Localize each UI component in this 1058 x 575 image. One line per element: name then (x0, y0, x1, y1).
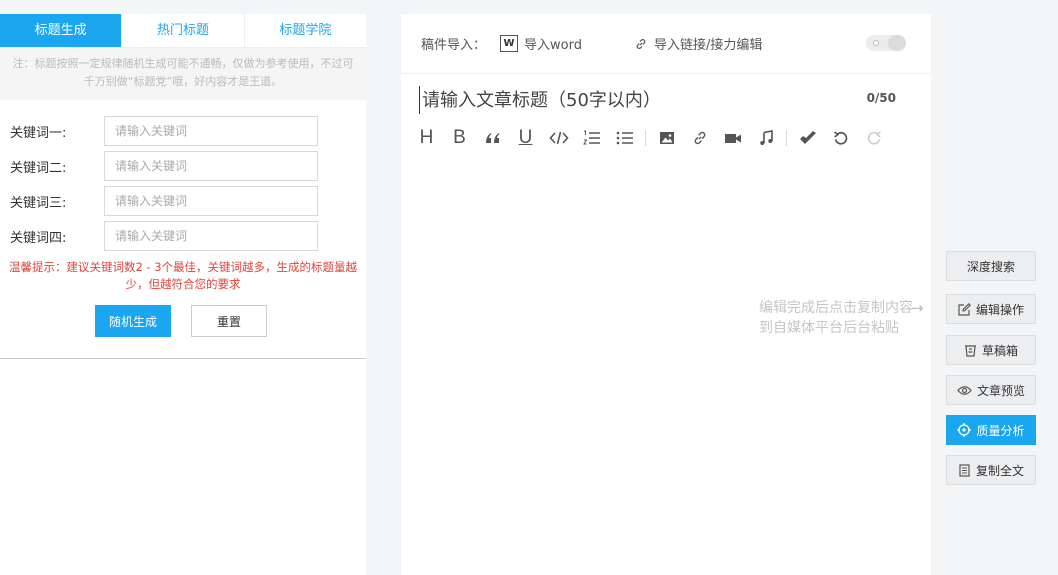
title-row: 0/50 (401, 74, 931, 124)
keyword-row-1: 关键词一: (0, 116, 366, 146)
keyword-input-4[interactable] (104, 221, 318, 251)
tab-title-academy[interactable]: 标题学院 (245, 14, 366, 47)
keyword-input-3[interactable] (104, 186, 318, 216)
editor-toolbar: H B U (401, 124, 931, 152)
eye-icon (957, 385, 972, 395)
keyword-row-2: 关键词二: (0, 151, 366, 181)
drafts-label: 草稿箱 (981, 343, 1018, 358)
random-generate-button[interactable]: 随机生成 (95, 305, 171, 337)
drafts-icon (964, 344, 976, 357)
import-word-label: 导入word (524, 38, 582, 53)
keyword-label-3: 关键词三: (10, 195, 67, 211)
generator-note: 注：标题按照一定规律随机生成可能不通畅，仅做为参考使用，不过可千万别做“标题党”… (0, 48, 366, 100)
panel-divider (0, 358, 366, 359)
import-bar: 稿件导入： W 导入word 导入链接/接力编辑 (401, 14, 931, 74)
import-word-button[interactable]: W 导入word (500, 34, 582, 53)
article-preview-label: 文章预览 (976, 383, 1025, 398)
bullet-list-icon[interactable] (608, 125, 641, 151)
keyword-label-1: 关键词一: (10, 125, 67, 141)
copy-full-text-button[interactable]: 复制全文 (946, 455, 1036, 485)
keyword-row-3: 关键词三: (0, 186, 366, 216)
quality-analysis-button[interactable]: 质量分析 (946, 415, 1036, 445)
keyword-tip: 温馨提示：建议关键词数2 - 3个最佳，关键词越多，生成的标题量越少，但越符合您… (8, 260, 358, 291)
keyword-input-1[interactable] (104, 116, 318, 146)
bold-icon[interactable]: B (443, 125, 476, 151)
panel-tabs: 标题生成 热门标题 标题学院 (0, 14, 366, 48)
edit-operation-label: 编辑操作 (975, 302, 1024, 317)
video-icon[interactable] (716, 125, 749, 151)
edit-icon (958, 302, 971, 316)
keyword-label-4: 关键词四: (10, 230, 67, 246)
format-brush-icon[interactable] (791, 125, 824, 151)
reset-button[interactable]: 重置 (191, 305, 267, 337)
image-icon[interactable] (650, 125, 683, 151)
import-link-label: 导入链接/接力编辑 (653, 38, 763, 53)
import-label: 稿件导入： (421, 38, 487, 53)
quote-icon[interactable] (476, 125, 509, 151)
title-generator-panel: 标题生成 热门标题 标题学院 注：标题按照一定规律随机生成可能不通畅，仅做为参考… (0, 14, 366, 575)
copy-hint: 编辑完成后点击复制内容到自媒体平台后台粘贴 (759, 300, 913, 336)
music-icon[interactable] (749, 125, 782, 151)
tab-hot-titles[interactable]: 热门标题 (122, 14, 245, 47)
drafts-button[interactable]: 草稿箱 (946, 335, 1036, 365)
edit-operation-button[interactable]: 编辑操作 (946, 294, 1036, 324)
redo-icon[interactable] (857, 125, 890, 151)
article-title-input[interactable] (419, 86, 839, 114)
keyword-form: 关键词一: 关键词二: 关键词三: 关键词四: 温馨提示：建议关键词数2 - 3… (0, 100, 366, 337)
keyword-row-4: 关键词四: (0, 221, 366, 251)
toggle-thumb (888, 35, 906, 51)
form-actions: 随机生成 重置 (0, 305, 366, 337)
code-icon[interactable] (542, 125, 575, 151)
tab-title-generate[interactable]: 标题生成 (0, 14, 123, 47)
toolbar-separator (786, 130, 787, 146)
heading-icon[interactable]: H (410, 125, 443, 151)
ordered-list-icon[interactable] (575, 125, 608, 151)
keyword-input-2[interactable] (104, 151, 318, 181)
undo-icon[interactable] (824, 125, 857, 151)
word-icon: W (500, 35, 519, 52)
deep-search-label: 深度搜索 (966, 259, 1015, 274)
quality-analysis-label: 质量分析 (976, 423, 1025, 438)
article-editor: 稿件导入： W 导入word 导入链接/接力编辑 0/50 H B U (401, 14, 931, 575)
toggle-off-indicator (873, 40, 879, 46)
target-icon (957, 423, 972, 437)
copy-icon (959, 463, 970, 477)
toolbar-separator (645, 130, 646, 146)
link-insert-icon[interactable] (683, 125, 716, 151)
underline-icon[interactable]: U (509, 125, 542, 151)
copy-full-text-label: 复制全文 (975, 463, 1024, 478)
keyword-label-2: 关键词二: (10, 160, 67, 176)
link-icon (636, 38, 646, 49)
title-char-counter: 0/50 (866, 91, 896, 105)
arrow-right-icon: → (911, 299, 924, 317)
editor-toggle[interactable] (866, 35, 906, 51)
deep-search-button[interactable]: 深度搜索 (946, 251, 1036, 281)
article-preview-button[interactable]: 文章预览 (946, 375, 1036, 405)
import-link-button[interactable]: 导入链接/接力编辑 (634, 34, 762, 53)
